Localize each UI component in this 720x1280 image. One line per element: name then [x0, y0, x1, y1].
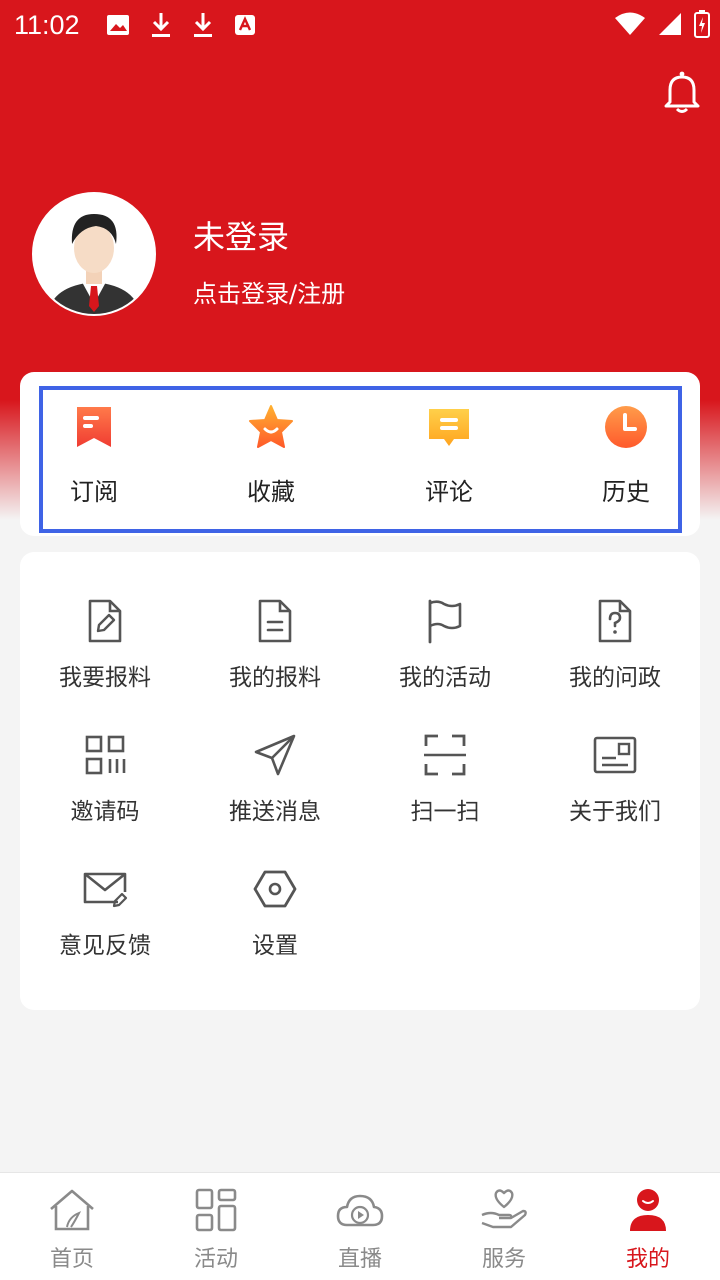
status-bar: 11:02	[0, 0, 720, 50]
status-time: 11:02	[14, 9, 80, 40]
quick-action-label: 收藏	[247, 478, 295, 506]
settings-hexagon-icon	[253, 870, 297, 908]
tab-label: 直播	[337, 1247, 382, 1272]
service-hand-heart-icon	[481, 1189, 527, 1229]
quick-action-favorite[interactable]: 收藏	[211, 404, 331, 507]
comment-icon	[429, 409, 469, 446]
document-icon	[258, 599, 292, 643]
avatar[interactable]	[32, 192, 156, 316]
activity-grid-icon	[195, 1188, 237, 1232]
login-register-link[interactable]: 点击登录/注册	[193, 274, 345, 309]
user-name[interactable]: 未登录	[193, 212, 289, 258]
menu-item-label: 意见反馈	[59, 933, 151, 959]
menu-item-settings[interactable]: 设置	[190, 866, 360, 960]
menu-item-feedback[interactable]: 意见反馈	[20, 866, 190, 960]
menu-grid-card: 我要报料 我的报料 我的活动 我的问政 邀请码 推送消息 扫一扫 关于我们 意见…	[20, 552, 700, 1010]
qr-code-icon	[85, 735, 126, 775]
menu-item-label: 我要报料	[59, 665, 151, 691]
send-icon	[254, 734, 296, 776]
menu-item-label: 关于我们	[569, 799, 661, 825]
clock-icon	[605, 406, 647, 448]
menu-item-label: 我的活动	[399, 665, 491, 691]
quick-action-label: 订阅	[70, 478, 118, 506]
edit-document-icon	[88, 599, 122, 643]
flag-icon	[428, 599, 462, 644]
menu-item-about-us[interactable]: 关于我们	[530, 732, 700, 826]
home-icon	[50, 1189, 94, 1231]
menu-item-label: 推送消息	[229, 799, 321, 825]
tab-label: 服务	[481, 1247, 526, 1272]
bell-icon[interactable]	[662, 70, 702, 114]
menu-item-label: 设置	[252, 933, 298, 959]
tab-activities[interactable]: 活动	[144, 1173, 288, 1280]
star-icon	[249, 405, 293, 448]
tab-services[interactable]: 服务	[432, 1173, 576, 1280]
tab-home[interactable]: 首页	[0, 1173, 144, 1280]
quick-action-label: 评论	[425, 478, 473, 506]
tab-label: 活动	[193, 1247, 238, 1272]
quick-action-subscribe[interactable]: 订阅	[34, 404, 154, 507]
menu-item-submit-tip[interactable]: 我要报料	[20, 598, 190, 692]
default-user-avatar-icon	[34, 194, 154, 314]
menu-item-my-inquiries[interactable]: 我的问政	[530, 598, 700, 692]
tab-live[interactable]: 直播	[288, 1173, 432, 1280]
download-notification-icon	[151, 13, 170, 37]
wifi-icon	[615, 12, 645, 35]
app-notification-icon	[234, 15, 255, 35]
menu-item-label: 我的报料	[229, 665, 321, 691]
menu-item-label: 我的问政	[569, 665, 661, 691]
quick-action-comment[interactable]: 评论	[389, 404, 509, 507]
menu-item-scan[interactable]: 扫一扫	[360, 732, 530, 826]
tab-label: 我的	[625, 1247, 670, 1272]
gallery-notification-icon	[106, 15, 129, 35]
quick-action-history[interactable]: 历史	[566, 404, 686, 507]
bottom-tab-bar: 首页 活动 直播 服务 我的	[0, 1172, 720, 1280]
download-notification-icon	[193, 13, 212, 37]
feedback-mail-icon	[83, 872, 128, 908]
menu-item-push-messages[interactable]: 推送消息	[190, 732, 360, 826]
menu-item-my-activities[interactable]: 我的活动	[360, 598, 530, 692]
question-document-icon	[598, 599, 632, 643]
profile-icon	[630, 1189, 666, 1231]
scan-icon	[424, 734, 466, 776]
menu-item-invite-code[interactable]: 邀请码	[20, 732, 190, 826]
live-cloud-icon	[336, 1194, 384, 1227]
menu-item-my-tips[interactable]: 我的报料	[190, 598, 360, 692]
about-card-icon	[593, 736, 637, 774]
battery-icon	[694, 10, 710, 38]
quick-actions-card: 订阅 收藏 评论 历史	[20, 372, 700, 536]
subscribe-icon	[77, 407, 111, 447]
menu-item-label: 扫一扫	[410, 799, 480, 825]
signal-icon	[659, 13, 681, 35]
tab-mine[interactable]: 我的	[576, 1173, 720, 1280]
menu-item-label: 邀请码	[70, 799, 140, 825]
tab-label: 首页	[49, 1247, 94, 1272]
quick-action-label: 历史	[602, 478, 650, 506]
